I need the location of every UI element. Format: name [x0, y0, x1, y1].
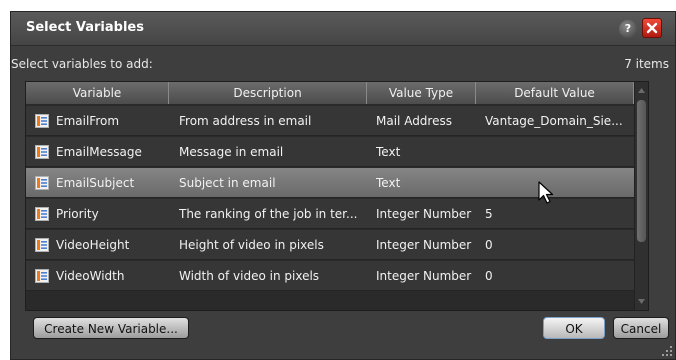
table-header: Variable Description Value Type Default … — [26, 82, 636, 104]
variable-value-type: Integer Number — [376, 207, 472, 221]
variable-default-value: Vantage_Domain_Sie... — [485, 114, 623, 128]
variable-icon — [35, 114, 49, 128]
variable-icon — [35, 176, 49, 190]
column-header-description[interactable]: Description — [169, 82, 367, 104]
variable-value-type: Integer Number — [376, 269, 472, 283]
column-header-default-value[interactable]: Default Value — [476, 82, 634, 104]
variable-description: The ranking of the job in ter... — [179, 207, 358, 221]
column-header-value-type[interactable]: Value Type — [367, 82, 476, 104]
dialog-title: Select Variables — [26, 20, 144, 35]
scrollbar-thumb[interactable] — [637, 100, 646, 242]
ok-button[interactable]: OK — [543, 317, 605, 339]
variable-name: EmailMessage — [56, 145, 142, 159]
mouse-cursor-icon — [538, 181, 554, 204]
variable-description: Height of video in pixels — [179, 238, 324, 252]
table-row[interactable]: VideoHeight Height of video in pixels In… — [26, 230, 636, 260]
variable-description: Width of video in pixels — [179, 269, 320, 283]
variable-name: EmailFrom — [56, 114, 120, 128]
help-icon[interactable]: ? — [619, 20, 637, 38]
variable-value-type: Text — [376, 145, 401, 159]
scroll-down-arrow-icon[interactable] — [635, 294, 648, 308]
table-row[interactable]: VideoWidth Width of video in pixels Inte… — [26, 261, 636, 291]
variable-value-type: Integer Number — [376, 238, 472, 252]
variable-icon — [35, 238, 49, 252]
scroll-up-arrow-icon[interactable] — [635, 84, 648, 98]
select-variables-dialog: Select Variables ? Select variables to a… — [10, 11, 676, 360]
variable-default-value: 0 — [485, 269, 493, 283]
variable-description: Message in email — [179, 145, 284, 159]
variable-value-type: Text — [376, 176, 401, 190]
variable-name: VideoWidth — [56, 269, 125, 283]
create-new-variable-button[interactable]: Create New Variable... — [33, 317, 189, 339]
column-header-variable[interactable]: Variable — [26, 82, 169, 104]
title-bar: Select Variables ? — [11, 12, 675, 46]
vertical-scrollbar[interactable] — [634, 82, 648, 310]
cancel-button[interactable]: Cancel — [613, 317, 669, 339]
resize-grip-icon[interactable] — [661, 345, 673, 357]
variable-name: Priority — [56, 207, 99, 221]
variable-name: VideoHeight — [56, 238, 130, 252]
table-row[interactable]: EmailMessage Message in email Text — [26, 137, 636, 167]
variable-icon — [35, 269, 49, 283]
variable-icon — [35, 207, 49, 221]
variable-description: Subject in email — [179, 176, 276, 190]
variable-default-value: 5 — [485, 207, 493, 221]
variable-default-value: 0 — [485, 238, 493, 252]
close-icon[interactable] — [642, 18, 662, 38]
variable-value-type: Mail Address — [376, 114, 452, 128]
variable-name: EmailSubject — [56, 176, 135, 190]
instruction-label: Select variables to add: — [11, 57, 153, 71]
variable-icon — [35, 145, 49, 159]
table-row[interactable]: EmailFrom From address in email Mail Add… — [26, 106, 636, 136]
variable-description: From address in email — [179, 114, 312, 128]
item-count-label: 7 items — [624, 57, 669, 71]
